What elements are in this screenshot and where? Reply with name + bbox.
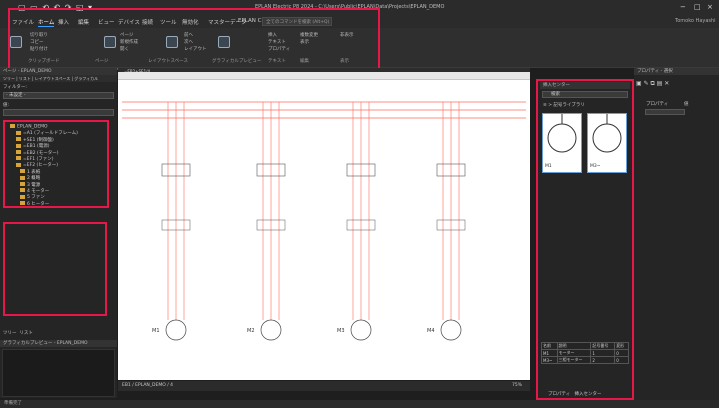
preview-panel-header: グラフィカルプレビュー - EPLAN_DEMO bbox=[0, 340, 117, 347]
motor-symbol bbox=[165, 319, 187, 341]
motor-symbol bbox=[260, 319, 282, 341]
filter-value: - 未設定 - bbox=[6, 93, 26, 98]
property-row[interactable] bbox=[645, 109, 685, 115]
zoom-level[interactable]: 75% bbox=[512, 381, 522, 391]
motor-symbol bbox=[350, 319, 372, 341]
motor-label: M2 bbox=[247, 328, 255, 334]
insert-center-highlight-box bbox=[536, 79, 634, 400]
ribbon-highlight-box bbox=[8, 8, 380, 70]
tab-tree[interactable]: ツリー bbox=[3, 76, 15, 81]
motor-symbol bbox=[440, 319, 462, 341]
minimize-button[interactable]: − bbox=[680, 3, 686, 11]
tab-list-bottom[interactable]: リスト bbox=[19, 331, 33, 336]
left-bottom-tabs[interactable]: ツリー リスト bbox=[3, 330, 33, 336]
close-button[interactable]: × bbox=[707, 3, 713, 11]
canvas-statusbar: EB1 / EPLAN_DEMO / 4 75% bbox=[118, 381, 530, 391]
motor-label: M3 bbox=[337, 328, 345, 334]
schematic-canvas[interactable]: M1 M2 M3 M4 bbox=[118, 80, 530, 380]
tab-layout[interactable]: レイアウトスペース bbox=[35, 76, 71, 81]
user-name: Tomoko Hayashi bbox=[675, 18, 716, 24]
tab-list[interactable]: リスト bbox=[19, 76, 31, 81]
schematic-drawing: M1 M2 M3 M4 bbox=[122, 101, 526, 341]
panel-header: ページ - EPLAN_DEMO bbox=[0, 68, 117, 75]
status-bar: 準備完了 bbox=[0, 400, 719, 408]
canvas-path: EB1 / EPLAN_DEMO / 4 bbox=[122, 383, 174, 388]
tab-tree-bottom[interactable]: ツリー bbox=[3, 331, 17, 336]
empty-area-highlight-box bbox=[3, 222, 107, 316]
properties-panel bbox=[634, 68, 719, 400]
filter-label: フィルター: bbox=[3, 85, 27, 90]
properties-toolbar[interactable]: ▣ ✎ ⧉ ▤ ✕ bbox=[636, 80, 669, 88]
properties-header: プロパティ - 選択 bbox=[634, 68, 719, 75]
tree-highlight-box bbox=[3, 120, 109, 208]
panel-tabs[interactable]: ツリー | リスト | レイアウトスペース | グラフィカル bbox=[0, 75, 117, 82]
maximize-button[interactable]: □ bbox=[694, 3, 701, 11]
motor-label: M4 bbox=[427, 328, 435, 334]
ruler bbox=[118, 72, 530, 80]
value-col-header: 値 bbox=[684, 102, 689, 107]
value-input[interactable] bbox=[3, 109, 114, 116]
tab-graphical[interactable]: グラフィカル bbox=[74, 76, 98, 81]
filter-dropdown[interactable]: - 未設定 - bbox=[3, 92, 114, 99]
graphical-preview bbox=[2, 349, 115, 397]
value-label: 値: bbox=[3, 103, 10, 108]
status-text: 準備完了 bbox=[4, 401, 22, 406]
property-col-header: プロパティ bbox=[646, 102, 669, 107]
motor-label: M1 bbox=[152, 328, 160, 334]
